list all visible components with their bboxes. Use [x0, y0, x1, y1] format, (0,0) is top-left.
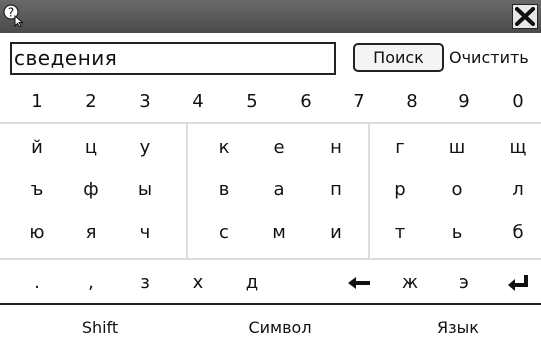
help-cursor-icon[interactable]: ? [2, 3, 26, 28]
key-digit[interactable]: 3 [126, 82, 164, 122]
key-letter[interactable]: ь [438, 213, 476, 253]
key-letter[interactable]: ч [126, 213, 164, 253]
key-digit[interactable]: 5 [233, 82, 271, 122]
key-digit[interactable]: 7 [340, 82, 378, 122]
key-letter[interactable]: с [205, 213, 243, 253]
key-letter[interactable]: ш [438, 128, 476, 168]
row-divider [0, 122, 541, 124]
clear-button[interactable]: Очистить [449, 43, 541, 72]
row-divider [0, 258, 541, 260]
key-digit[interactable]: 9 [445, 82, 483, 122]
title-bar: ? [0, 0, 541, 33]
key-digit[interactable]: 1 [18, 82, 56, 122]
key-letter[interactable]: к [205, 128, 243, 168]
key-letter[interactable]: г [381, 128, 419, 168]
close-button[interactable] [512, 4, 538, 29]
symbol-key[interactable]: Символ [230, 308, 330, 348]
key-letter[interactable]: о [438, 170, 476, 210]
group-divider [368, 124, 370, 258]
key-letter[interactable]: т [381, 213, 419, 253]
backspace-arrow-icon [348, 277, 370, 289]
key-letter[interactable]: ц [72, 128, 110, 168]
key-digit[interactable]: 4 [179, 82, 217, 122]
key-letter[interactable]: ж [391, 263, 429, 303]
key-letter[interactable]: а [260, 170, 298, 210]
close-x-icon [515, 7, 535, 26]
key-digit[interactable]: 0 [499, 82, 537, 122]
enter-return-icon [508, 275, 528, 291]
key-letter[interactable]: п [317, 170, 355, 210]
key-letter[interactable]: щ [499, 128, 537, 168]
key-digit[interactable]: 8 [393, 82, 431, 122]
key-letter[interactable]: я [72, 213, 110, 253]
group-divider [186, 124, 188, 258]
key-letter[interactable]: д [233, 263, 271, 303]
search-button[interactable]: Поиск [353, 43, 444, 72]
key-letter[interactable]: ю [18, 213, 56, 253]
key-digit[interactable]: 2 [72, 82, 110, 122]
key-letter[interactable]: л [499, 170, 537, 210]
key-letter[interactable]: й [18, 128, 56, 168]
key-letter[interactable]: б [499, 213, 537, 253]
key-letter[interactable]: н [317, 128, 355, 168]
on-screen-keyboard: 1 2 3 4 5 6 7 8 9 0 й ц у к е н г ш щ ъ … [0, 82, 541, 351]
key-letter[interactable]: в [205, 170, 243, 210]
key-letter[interactable]: и [317, 213, 355, 253]
key-letter[interactable]: ъ [18, 170, 56, 210]
shift-key[interactable]: Shift [60, 308, 140, 348]
key-letter[interactable]: р [381, 170, 419, 210]
language-key[interactable]: Язык [418, 308, 498, 348]
key-period[interactable]: . [18, 263, 56, 303]
function-row-divider [0, 303, 541, 305]
key-letter[interactable]: э [445, 263, 483, 303]
key-letter[interactable]: з [126, 263, 164, 303]
svg-text:?: ? [8, 6, 14, 20]
key-letter[interactable]: у [126, 128, 164, 168]
key-digit[interactable]: 6 [287, 82, 325, 122]
key-comma[interactable]: , [72, 263, 110, 303]
key-letter[interactable]: х [179, 263, 217, 303]
backspace-key[interactable] [339, 263, 379, 303]
key-letter[interactable]: е [260, 128, 298, 168]
key-letter[interactable]: м [260, 213, 298, 253]
search-input[interactable]: сведения [10, 42, 336, 75]
enter-key[interactable] [498, 263, 538, 303]
key-letter[interactable]: ф [72, 170, 110, 210]
key-letter[interactable]: ы [126, 170, 164, 210]
